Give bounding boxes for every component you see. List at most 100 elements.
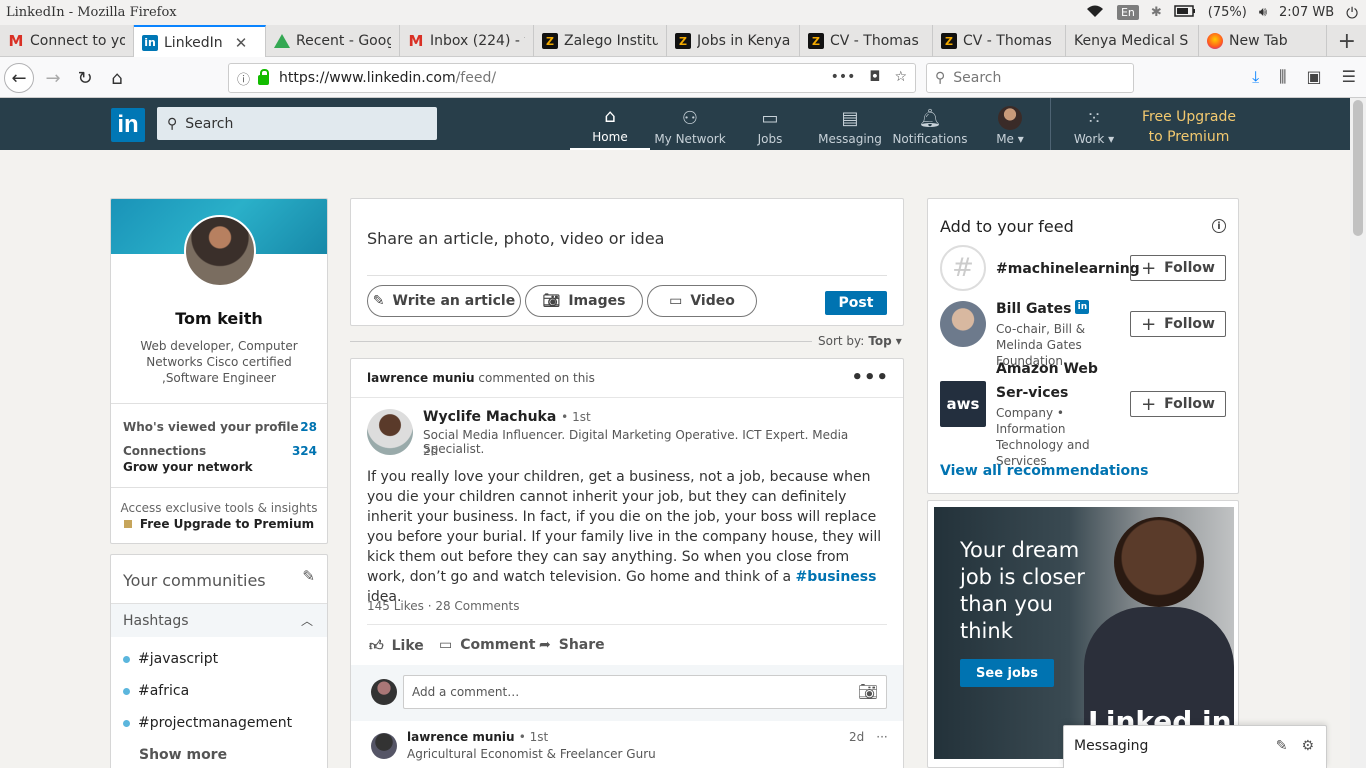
profile-photo[interactable] xyxy=(184,215,256,287)
comment-button[interactable]: ▭ Comment xyxy=(439,637,535,653)
linkedin-logo[interactable]: in xyxy=(111,108,145,142)
bluetooth-icon[interactable]: ✱ xyxy=(1151,5,1162,20)
bookmark-star-icon[interactable]: ☆ xyxy=(894,69,907,85)
divider xyxy=(111,403,327,404)
hashtags-header[interactable]: Hashtags ︿ xyxy=(111,603,327,637)
nav-work[interactable]: ⁙ Work ▾ xyxy=(1064,98,1124,150)
browser-search-input[interactable]: ⚲ Search xyxy=(926,63,1134,93)
connections-stat[interactable]: Connections 324 xyxy=(123,444,317,458)
tab-inbox[interactable]: M Inbox (224) - t xyxy=(400,25,534,57)
video-button[interactable]: ▭ Video xyxy=(647,285,757,317)
upgrade-premium-link[interactable]: Free Upgrade to Premium xyxy=(111,517,327,531)
nav-notifications[interactable]: 🔔︎ Notifications xyxy=(890,98,970,150)
see-jobs-button[interactable]: See jobs xyxy=(960,659,1054,687)
social-counts[interactable]: 145 Likes · 28 Comments xyxy=(367,599,519,613)
share-prompt[interactable]: Share an article, photo, video or idea xyxy=(367,229,664,248)
back-button[interactable]: ← xyxy=(4,63,34,93)
more-options-icon[interactable]: ••• xyxy=(851,367,889,388)
keyboard-layout-indicator[interactable]: En xyxy=(1116,5,1139,20)
write-article-button[interactable]: ✎ Write an article xyxy=(367,285,521,317)
downloads-icon[interactable]: ⤓ xyxy=(1252,67,1259,87)
page-actions-icon[interactable]: ••• xyxy=(831,69,856,85)
compose-icon[interactable]: ✎ xyxy=(1276,738,1288,754)
tab-new-tab[interactable]: New Tab xyxy=(1199,25,1327,57)
scrollbar-thumb[interactable] xyxy=(1353,100,1363,236)
comment-more-icon[interactable]: ··· xyxy=(876,730,887,744)
volume-icon[interactable]: 🔊︎ xyxy=(1259,5,1267,20)
clock[interactable]: 2:07 WB xyxy=(1279,5,1334,20)
nav-my-network[interactable]: ⚇ My Network xyxy=(652,98,728,150)
messaging-bar[interactable]: Messaging ✎ ⚙ xyxy=(1063,725,1327,768)
grow-network-link[interactable]: Grow your network xyxy=(123,460,253,474)
edit-pencil-icon[interactable]: ✎ xyxy=(302,567,315,585)
profile-views-stat[interactable]: Who's viewed your profile 28 xyxy=(123,420,317,434)
gear-icon[interactable]: ⚙ xyxy=(1301,738,1314,754)
like-button[interactable]: 👍︎ Like xyxy=(369,637,424,655)
new-tab-plus-icon[interactable]: + xyxy=(1338,29,1356,54)
url-bar[interactable]: ⓘ https://www.linkedin.com/feed/ ••• ◘ ☆ xyxy=(228,63,916,93)
search-placeholder: Search xyxy=(185,115,234,132)
free-upgrade-premium-link[interactable]: Free Upgrade to Premium xyxy=(1134,107,1244,147)
profile-name[interactable]: Tom keith xyxy=(111,309,327,328)
follow-button[interactable]: + Follow xyxy=(1130,311,1226,337)
library-icon[interactable]: ⫼ xyxy=(1279,67,1286,87)
info-icon[interactable]: ⓘ xyxy=(237,69,250,88)
hashtag-link[interactable]: #business xyxy=(795,569,876,585)
suggestion-name[interactable]: Amazon Web Ser-vices xyxy=(996,357,1124,405)
hashtag-icon[interactable]: # xyxy=(940,245,986,291)
follow-label: Follow xyxy=(1164,396,1215,412)
hashtag-item[interactable]: #africa xyxy=(123,683,189,699)
page-scrollbar[interactable] xyxy=(1350,98,1366,768)
follow-button[interactable]: + Follow xyxy=(1130,391,1226,417)
follow-label: Follow xyxy=(1164,260,1215,276)
tab-cv-2[interactable]: Z CV - Thomas N xyxy=(933,25,1066,57)
follow-button[interactable]: + Follow xyxy=(1130,255,1226,281)
images-button[interactable]: 📷︎ Images xyxy=(525,285,643,317)
commenter-avatar[interactable] xyxy=(371,733,397,759)
tab-google-drive[interactable]: Recent - Goog xyxy=(266,25,400,57)
chevron-up-icon[interactable]: ︿ xyxy=(301,612,313,629)
battery-icon[interactable] xyxy=(1174,4,1196,21)
reload-button[interactable]: ↻ xyxy=(70,63,100,93)
tab-jobs-kenya[interactable]: Z Jobs in Kenya xyxy=(667,25,800,57)
view-all-recommendations-link[interactable]: View all recommendations xyxy=(940,463,1148,479)
hashtag-item[interactable]: #projectmanagement xyxy=(123,715,292,731)
add-comment-input[interactable]: Add a comment… 📷︎ xyxy=(403,675,887,709)
post-button[interactable]: Post xyxy=(825,291,887,315)
tab-linkedin[interactable]: in LinkedIn ✕ xyxy=(134,25,266,58)
bill-gates-avatar[interactable] xyxy=(940,301,986,347)
menu-icon[interactable]: ☰ xyxy=(1342,67,1356,87)
nav-me[interactable]: Me ▾ xyxy=(984,98,1036,150)
tab-connect[interactable]: M Connect to yo xyxy=(0,25,134,57)
actor-name[interactable]: lawrence muniu xyxy=(367,371,475,385)
aws-logo-icon[interactable]: aws xyxy=(940,381,986,427)
suggestion-name[interactable]: #machinelearning xyxy=(996,257,1140,281)
tab-cv-1[interactable]: Z CV - Thomas N xyxy=(800,25,933,57)
os-top-bar: LinkedIn - Mozilla Firefox En ✱ (75%) 🔊︎… xyxy=(0,0,1366,25)
url-text[interactable]: https://www.linkedin.com/feed/ xyxy=(279,70,496,86)
power-icon[interactable]: ⏻ xyxy=(1346,4,1358,22)
tab-kenya-medical[interactable]: Kenya Medical S xyxy=(1066,25,1199,57)
communities-card: Your communities ✎ Hashtags ︿ #javascrip… xyxy=(110,554,328,768)
info-icon[interactable]: i xyxy=(1212,219,1226,233)
sidebar-icon[interactable]: ▣ xyxy=(1307,67,1322,87)
hashtag-item[interactable]: #javascript xyxy=(123,651,218,667)
author-avatar[interactable] xyxy=(367,409,413,455)
nav-jobs[interactable]: ▭ Jobs xyxy=(740,98,800,150)
nav-messaging[interactable]: ▤ Messaging xyxy=(816,98,884,150)
share-button[interactable]: ➦ Share xyxy=(539,637,605,653)
home-button[interactable]: ⌂ xyxy=(102,63,132,93)
wifi-icon[interactable] xyxy=(1085,4,1105,22)
nav-home[interactable]: ⌂ Home xyxy=(570,98,650,150)
author-name[interactable]: Wyclife Machuka xyxy=(423,409,556,425)
sort-by-dropdown[interactable]: Sort by: Top ▾ xyxy=(818,334,902,348)
show-more-button[interactable]: Show more xyxy=(139,747,227,763)
close-tab-icon[interactable]: ✕ xyxy=(235,34,248,52)
camera-icon[interactable]: 📷︎ xyxy=(858,682,878,701)
pocket-icon[interactable]: ◘ xyxy=(869,69,880,85)
tab-zalego[interactable]: Z Zalego Institu xyxy=(534,25,667,57)
commenter-name[interactable]: lawrence muniu xyxy=(407,730,515,744)
suggestion-name[interactable]: Bill Gates xyxy=(996,301,1071,317)
forward-button[interactable]: → xyxy=(38,63,68,93)
linkedin-search-input[interactable]: ⚲ Search xyxy=(157,107,437,140)
